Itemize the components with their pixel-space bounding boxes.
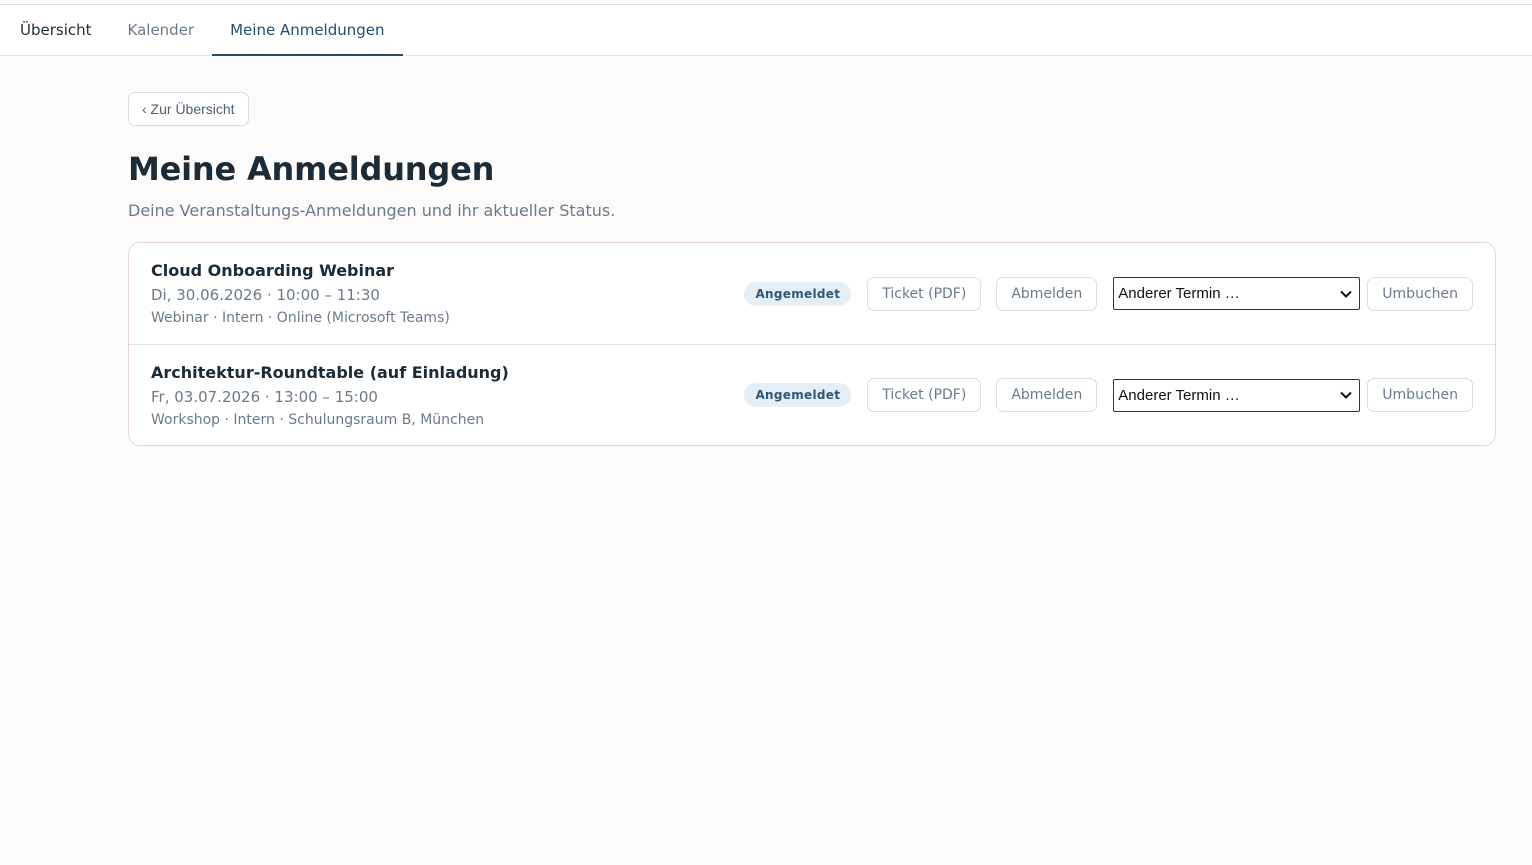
registrations-list: Cloud Onboarding Webinar Di, 30.06.2026 … <box>128 242 1496 446</box>
page-subtitle: Deine Veranstaltungs-Anmeldungen und ihr… <box>128 201 616 220</box>
chevron-down-icon <box>1339 388 1353 402</box>
registration-actions: Angemeldet Ticket (PDF) Abmelden Anderer… <box>744 276 1473 311</box>
ticket-pdf-button[interactable]: Ticket (PDF) <box>867 276 982 311</box>
rebook-button[interactable]: Umbuchen <box>1367 276 1473 311</box>
back-to-overview-button[interactable]: ‹ Zur Übersicht <box>128 92 249 126</box>
status-badge: Angemeldet <box>744 281 852 306</box>
rebook-button[interactable]: Umbuchen <box>1367 378 1473 412</box>
registration-title: Cloud Onboarding Webinar <box>151 261 395 280</box>
tab-my-registrations[interactable]: Meine Anmeldungen <box>212 5 403 56</box>
tab-bar: Übersicht Kalender Meine Anmeldungen <box>0 5 1532 56</box>
registration-info: Architektur-Roundtable (auf Einladung) F… <box>151 363 744 428</box>
main-content: ‹ Zur Übersicht Meine Anmeldungen Deine … <box>0 56 1532 446</box>
registration-meta: Webinar · Intern · Online (Microsoft Tea… <box>151 310 450 326</box>
tab-calendar[interactable]: Kalender <box>110 5 213 55</box>
tab-overview[interactable]: Übersicht <box>2 5 110 55</box>
registration-meta: Workshop · Intern · Schulungsraum B, Mün… <box>151 411 485 428</box>
alternative-date-select[interactable]: Anderer Termin … <box>1113 378 1361 412</box>
select-value: Anderer Termin … <box>1118 386 1240 404</box>
unregister-button[interactable]: Abmelden <box>996 276 1098 311</box>
chevron-down-icon <box>1339 287 1353 301</box>
registration-row: Cloud Onboarding Webinar Di, 30.06.2026 … <box>129 243 1495 344</box>
alternative-date-select[interactable]: Anderer Termin … <box>1113 277 1361 310</box>
registration-datetime: Di, 30.06.2026 · 10:00 – 11:30 <box>151 286 380 304</box>
registration-info: Cloud Onboarding Webinar Di, 30.06.2026 … <box>151 261 744 326</box>
registration-actions: Angemeldet Ticket (PDF) Abmelden Anderer… <box>744 378 1473 412</box>
select-value: Anderer Termin … <box>1118 285 1240 302</box>
status-badge: Angemeldet <box>744 383 852 407</box>
registration-row: Architektur-Roundtable (auf Einladung) F… <box>129 344 1495 445</box>
registration-title: Architektur-Roundtable (auf Einladung) <box>151 362 509 382</box>
ticket-pdf-button[interactable]: Ticket (PDF) <box>867 378 982 412</box>
page-title: Meine Anmeldungen <box>128 150 495 188</box>
registration-datetime: Fr, 03.07.2026 · 13:00 – 15:00 <box>151 387 378 406</box>
unregister-button[interactable]: Abmelden <box>996 378 1098 412</box>
